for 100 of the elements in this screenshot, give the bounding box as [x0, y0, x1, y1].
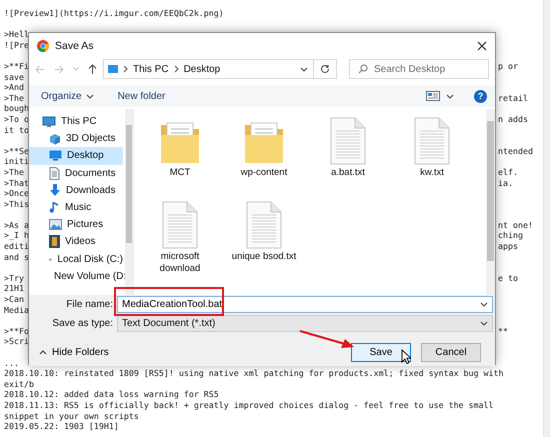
nav-item[interactable]: Documents — [29, 164, 123, 182]
code-line: >**Fi — [4, 60, 29, 72]
code-line: 21H1 — [4, 283, 24, 294]
nav-item[interactable]: Pictures — [29, 216, 123, 234]
code-line: elf. — [498, 166, 518, 178]
breadcrumb-item[interactable]: This PC — [133, 64, 169, 74]
code-line: 2018.10.10: reinstated 1809 [RS5]! using native xml patching for products.xml; fixed syntax bug with — [4, 368, 504, 379]
file-name-box[interactable]: MediaCreationTool.bat — [117, 296, 493, 313]
code-line: 2018.10.12: added data loss warning for RS5 — [4, 389, 219, 400]
code-line: >**Fo — [4, 326, 29, 336]
dropdown-caret-icon — [480, 321, 488, 326]
file-item[interactable]: wp-content — [227, 115, 301, 199]
scrollbar[interactable] — [125, 109, 133, 295]
search-box[interactable]: Search Desktop — [349, 59, 489, 79]
download-icon — [49, 184, 61, 197]
computer-icon — [108, 64, 118, 74]
caret-icon — [446, 94, 454, 98]
file-item[interactable]: a.bat.txt — [311, 115, 385, 199]
forward-icon[interactable] — [54, 64, 64, 74]
nav-item[interactable]: This PC — [29, 113, 123, 130]
monitor-icon — [49, 150, 62, 162]
window-title: Save As — [55, 40, 95, 52]
film-icon — [49, 235, 60, 248]
file-type-dropdown[interactable]: Text Document (*.txt) — [117, 315, 493, 332]
code-line: ![Pre — [4, 40, 29, 50]
scrollbar[interactable] — [486, 109, 495, 295]
cursor-icon — [401, 349, 411, 364]
refresh-icon[interactable] — [320, 64, 330, 74]
code-line: >And — [4, 82, 24, 93]
code-line: initi — [4, 156, 29, 167]
nav-item[interactable]: Local Disk (C:) — [29, 250, 123, 268]
file-item[interactable]: unique bsod.txt — [227, 199, 301, 283]
code-line: save — [4, 72, 24, 82]
code-line: and s — [4, 252, 29, 262]
code-line: ** — [498, 326, 508, 336]
code-line: >Hell — [4, 29, 29, 40]
nav-item[interactable]: Desktop — [29, 147, 123, 165]
code-line: n adds — [498, 114, 528, 125]
file-item[interactable]: microsoft download — [143, 199, 217, 283]
scrollbar[interactable] — [543, 0, 550, 437]
address-bar[interactable]: This PC Desktop — [103, 59, 337, 79]
back-icon[interactable] — [35, 64, 45, 74]
code-line: 2018.11.13: RS5 is officially back! + greatly improved choices dialog - feel free to use the small — [4, 400, 494, 411]
cube-icon — [49, 132, 61, 145]
nav-item[interactable]: Videos — [29, 233, 123, 250]
computer-icon — [42, 116, 56, 128]
file-item[interactable]: MCT — [143, 115, 217, 199]
breadcrumb-item[interactable]: Desktop — [184, 64, 220, 74]
text-file-icon — [245, 201, 283, 249]
code-line: snippet in your own scripts — [4, 410, 139, 422]
caret-icon — [86, 94, 94, 98]
code-line: e to — [498, 272, 518, 284]
nav-item[interactable]: Music — [29, 198, 123, 216]
code-line: Media — [4, 304, 29, 316]
view-options-icon[interactable] — [426, 91, 440, 101]
music-note-icon — [49, 201, 60, 214]
document-icon — [49, 166, 60, 180]
nav-item[interactable]: New Volume (D: — [29, 268, 123, 285]
code-line: >Scri — [4, 336, 29, 347]
up-icon[interactable] — [88, 64, 97, 74]
code-line: >This — [4, 198, 29, 210]
text-file-icon — [329, 117, 367, 165]
code-line: bough — [4, 103, 29, 114]
code-line: >Can — [4, 294, 24, 305]
code-line: >That — [4, 178, 29, 188]
help-icon[interactable]: ? — [474, 90, 487, 102]
dropdown-caret-icon — [300, 66, 308, 72]
nav-item[interactable]: Downloads — [29, 182, 123, 199]
organize-menu[interactable]: Organize — [39, 88, 96, 104]
code-line: editi — [4, 241, 29, 252]
code-line: >The — [4, 92, 24, 104]
caret-icon[interactable] — [73, 67, 79, 71]
code-line: nt one! — [498, 220, 533, 230]
close-icon[interactable] — [477, 41, 487, 51]
new-folder-button[interactable]: New folder — [116, 88, 168, 104]
text-file-icon — [161, 201, 199, 249]
file-item[interactable]: kw.txt — [395, 115, 469, 199]
code-line: >Once — [4, 188, 29, 199]
code-line: exit/b — [4, 378, 34, 390]
code-line: 2019.05.22: 1903 [19H1] — [4, 421, 119, 432]
chevron-icon — [174, 65, 179, 73]
code-line: >**Se — [4, 146, 29, 156]
field-label: File name: — [65, 299, 114, 310]
annotation-arrow — [299, 329, 355, 349]
code-line: ... — [4, 358, 19, 368]
text-file-icon — [413, 117, 451, 165]
code-line: apps — [498, 241, 518, 252]
code-line: >Try — [4, 272, 24, 284]
nav-item[interactable]: 3D Objects — [29, 130, 123, 148]
file-name-field[interactable]: MediaCreationTool.bat — [122, 299, 480, 310]
dialog-button[interactable]: Cancel — [421, 343, 481, 362]
hide-folders-button[interactable]: Hide Folders — [39, 347, 109, 358]
code-line: p or — [498, 60, 518, 72]
dialog-button[interactable]: Save — [351, 343, 411, 362]
code-line: ![Preview1](https://i.imgur.com/EEQbC2k.png) — [4, 8, 224, 19]
browser-logo-icon — [37, 40, 49, 52]
field-label: Save as type: — [51, 318, 114, 329]
search-field[interactable]: Search Desktop — [374, 64, 484, 74]
caret-icon — [39, 350, 47, 355]
code-line: retail — [498, 92, 528, 104]
